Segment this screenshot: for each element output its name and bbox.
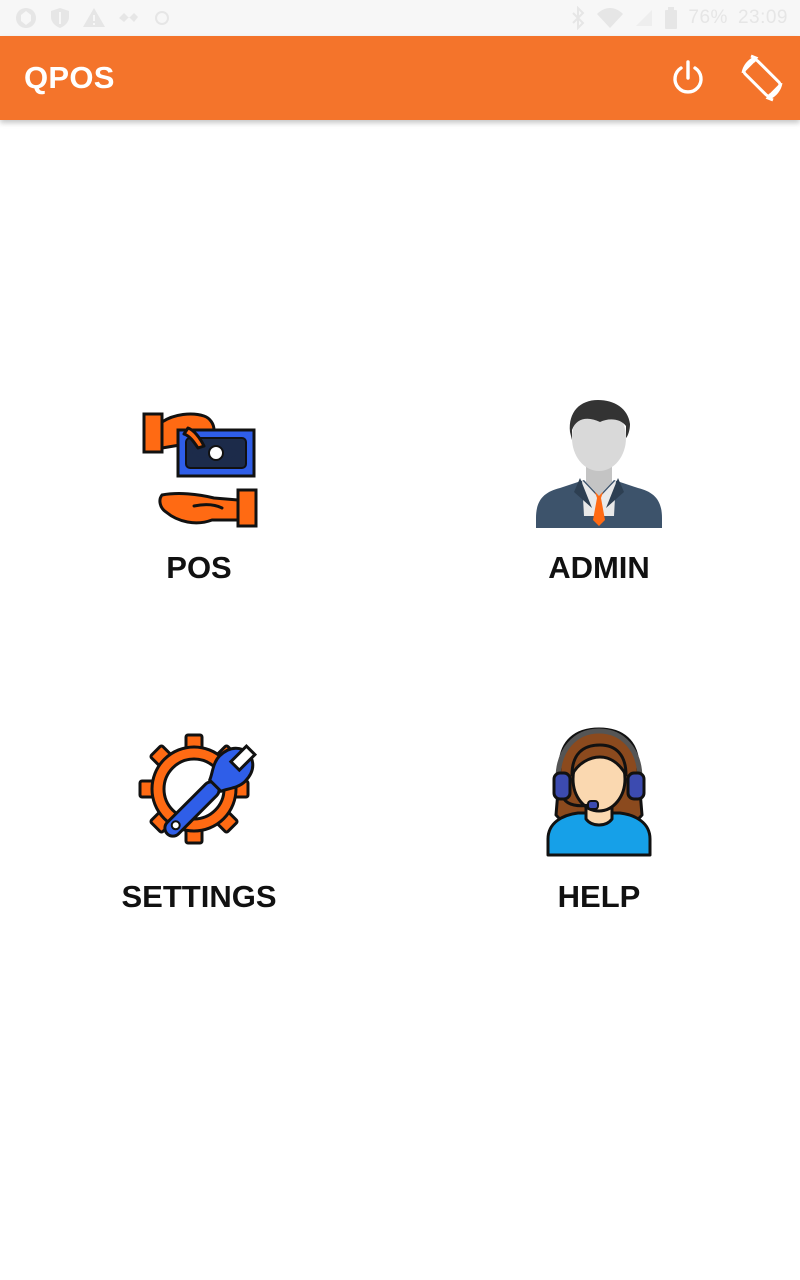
- power-icon: [673, 60, 703, 94]
- admin-label: ADMIN: [548, 550, 650, 585]
- shield-icon: [51, 8, 69, 28]
- warning-icon: [83, 8, 105, 27]
- app-bar: QPOS: [0, 36, 800, 120]
- vpn-icon: [155, 11, 169, 25]
- status-bar: 76% 23:09: [0, 0, 800, 36]
- help-tile[interactable]: HELP: [449, 725, 749, 945]
- wifi-icon: [597, 8, 624, 28]
- support-agent-icon: [534, 727, 664, 857]
- power-button[interactable]: [664, 54, 712, 102]
- battery-icon: [665, 7, 678, 29]
- signal-icon: [636, 10, 653, 26]
- cash-payment-icon: [134, 400, 264, 530]
- settings-tile[interactable]: SETTINGS: [49, 725, 349, 945]
- screen-rotation-icon: [741, 54, 783, 102]
- settings-label: SETTINGS: [121, 879, 277, 914]
- pos-tile[interactable]: POS: [49, 400, 349, 620]
- battery-percentage: 76%: [688, 7, 728, 28]
- bluetooth-icon: [572, 6, 585, 30]
- admin-tile[interactable]: ADMIN: [449, 400, 749, 620]
- status-system: 76% 23:09: [570, 6, 788, 30]
- app-title: QPOS: [24, 60, 115, 95]
- screen-rotation-button[interactable]: [736, 52, 788, 104]
- sync-icon: [119, 13, 138, 22]
- gear-wrench-icon: [134, 727, 264, 857]
- pos-label: POS: [166, 550, 232, 585]
- clock: 23:09: [737, 7, 788, 28]
- status-notifications: [14, 6, 174, 30]
- help-label: HELP: [557, 879, 641, 914]
- notification-icon: [16, 8, 36, 28]
- admin-person-icon: [534, 400, 664, 530]
